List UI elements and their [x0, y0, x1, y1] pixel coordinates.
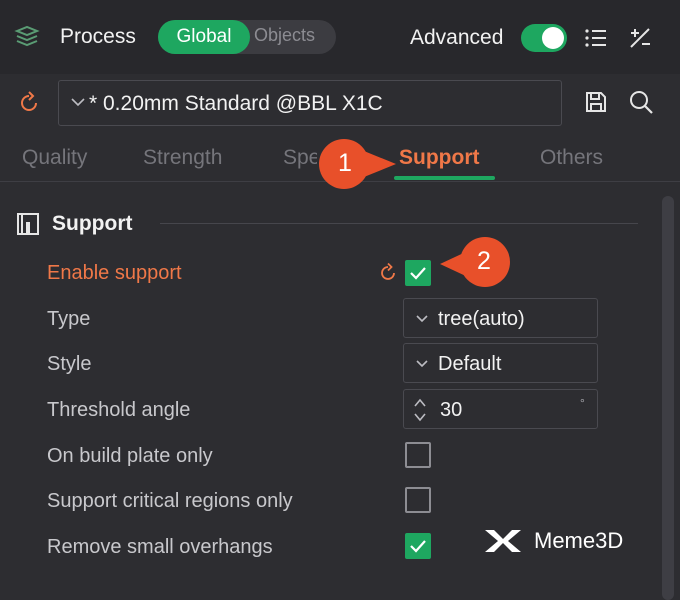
section-divider [160, 223, 638, 224]
remove-small-overhangs-checkbox[interactable] [405, 533, 431, 559]
enable-support-checkbox[interactable] [405, 260, 431, 286]
type-label: Type [47, 308, 91, 330]
style-label: Style [47, 353, 92, 375]
style-value: Default [438, 353, 502, 375]
list-icon[interactable] [582, 24, 610, 52]
compare-icon[interactable] [626, 24, 654, 52]
threshold-angle-value: 30 [440, 399, 463, 421]
preset-value: * 0.20mm Standard @BBL X1C [89, 92, 383, 115]
tab-support[interactable]: Support [399, 146, 479, 170]
type-select[interactable]: tree(auto) [403, 298, 598, 338]
build-plate-only-checkbox[interactable] [405, 442, 431, 468]
toggle-knob [542, 27, 564, 49]
critical-regions-checkbox[interactable] [405, 487, 431, 513]
build-plate-only-label: On build plate only [47, 445, 213, 467]
panel-title: Process [60, 25, 136, 48]
mode-objects-button[interactable]: Objects [254, 20, 315, 54]
tab-strength[interactable]: Strength [143, 146, 222, 170]
threshold-angle-input[interactable]: 30 ° [403, 389, 598, 429]
callout-2-number: 2 [477, 247, 491, 275]
save-icon[interactable] [584, 90, 608, 114]
threshold-angle-label: Threshold angle [47, 399, 191, 421]
tab-speed[interactable]: Speed [283, 146, 317, 170]
advanced-toggle[interactable] [521, 24, 567, 52]
degree-unit: ° [580, 396, 585, 410]
spin-arrows-icon[interactable] [412, 394, 428, 426]
section-icon [17, 213, 39, 235]
logo-icon [485, 530, 521, 552]
style-select[interactable]: Default [403, 343, 598, 383]
chevron-down-icon [416, 315, 428, 323]
layers-icon [14, 25, 40, 47]
mode-switch[interactable]: Global Objects [158, 20, 336, 54]
remove-small-overhangs-label: Remove small overhangs [47, 536, 273, 558]
mode-global-button[interactable]: Global [158, 20, 250, 54]
section-title: Support [52, 212, 133, 235]
active-tab-indicator [394, 176, 495, 180]
callout-1-number: 1 [338, 149, 352, 177]
reset-icon[interactable] [377, 262, 399, 284]
advanced-label: Advanced [410, 26, 504, 49]
enable-support-label: Enable support [47, 262, 182, 284]
watermark-text: Meme3D [534, 528, 624, 553]
process-header: Process Global Objects Advanced [0, 0, 680, 74]
search-icon[interactable] [627, 88, 655, 116]
preset-dropdown[interactable]: * 0.20mm Standard @BBL X1C [58, 80, 562, 126]
type-value: tree(auto) [438, 308, 525, 330]
checkmark-icon [410, 267, 426, 280]
critical-regions-label: Support critical regions only [47, 490, 293, 512]
callout-1: 1 [318, 138, 398, 190]
scrollbar[interactable] [662, 196, 674, 600]
tab-quality[interactable]: Quality [22, 146, 87, 170]
callout-2: 2 [440, 236, 516, 288]
chevron-down-icon [416, 360, 428, 368]
checkmark-icon [410, 540, 426, 553]
tab-others[interactable]: Others [540, 146, 603, 170]
chevron-down-icon [71, 98, 85, 107]
reset-icon[interactable] [16, 90, 42, 116]
